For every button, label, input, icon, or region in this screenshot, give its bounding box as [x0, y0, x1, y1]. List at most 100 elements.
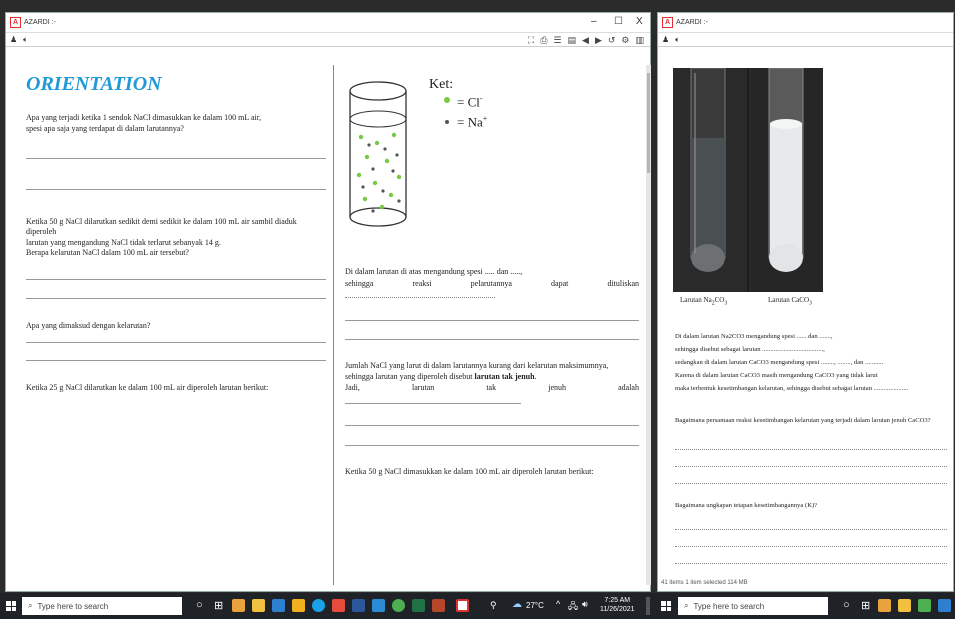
question-3: Apa yang dimaksud dengan kelarutan? — [26, 321, 151, 330]
start-button-icon[interactable] — [661, 601, 671, 611]
minimize-button[interactable]: – — [591, 16, 597, 27]
legend-sodium: = Na+ — [457, 114, 488, 130]
maximize-button[interactable]: ☐ — [614, 16, 623, 27]
explorer-status-bar: 41 items 1 item selected 114 MB — [661, 580, 748, 586]
page-divider — [333, 65, 334, 585]
answer-line — [26, 298, 326, 299]
system-tray-chevron-icon[interactable]: ^ — [556, 599, 560, 609]
paragraph-2-line-2: sehingga larutan yang diperoleh disebut … — [345, 372, 537, 381]
fullscreen-icon[interactable]: ⛶ — [528, 36, 534, 46]
azardi-window-secondary: A AZARDI :- ♟ 🔈︎ Larutan Na2CO3 Larutan … — [657, 12, 954, 592]
volume-icon[interactable]: 🔊︎ — [582, 599, 588, 610]
question-1-line-1: Apa yang terjadi ketika 1 sendok NaCl di… — [26, 113, 262, 122]
azardi-app-icon: A — [662, 17, 673, 28]
page-heading: ORIENTATION — [26, 73, 162, 95]
library-icon[interactable]: ▥ — [635, 36, 644, 46]
app-icon[interactable] — [938, 599, 951, 612]
text-line-3: sedangkan di dalam larutan CaCO3 mengand… — [675, 359, 884, 366]
text-line-5: maka terbentuk kesetimbangan kelarutan, … — [675, 385, 909, 392]
text-line-2: sehingga disebut sebagai larutan .......… — [675, 346, 825, 353]
scrollbar-thumb[interactable] — [647, 73, 650, 173]
answer-dotline — [675, 466, 947, 467]
paragraph-1-line-2: sehingga reaksi pelarutannya dapat dituliska… — [345, 279, 639, 288]
paragraph-1-line-1: Di dalam larutan di atas mengandung spes… — [345, 267, 523, 276]
app-icon[interactable] — [232, 599, 245, 612]
user-icon[interactable]: ♟ — [662, 35, 669, 44]
text-line-4: Karena di dalam larutan CaCO3 masih meng… — [675, 372, 878, 379]
answer-line — [345, 403, 521, 404]
app-icon[interactable] — [372, 599, 385, 612]
question-2-line-2: diperoleh — [26, 227, 57, 236]
answer-line — [345, 320, 639, 321]
paragraph-2-line-3: Jadi, larutan tak jenuh adalah — [345, 383, 639, 392]
weather-temp[interactable]: 27°C — [526, 601, 544, 610]
app-icon[interactable] — [878, 599, 891, 612]
task-view-icon[interactable]: ⊞ — [214, 599, 223, 612]
clock[interactable]: 7:25 AM 11/26/2021 — [600, 596, 635, 614]
window-title: AZARDI :- — [24, 19, 56, 26]
question-4: Ketika 25 g NaCl dilarutkan ke dalam 100… — [26, 383, 269, 392]
network-icon[interactable]: 🖧 — [568, 599, 578, 615]
next-page-icon[interactable]: ▶ — [595, 36, 602, 46]
weather-icon: ☁ — [512, 599, 522, 610]
title-bar: A AZARDI :- — [658, 13, 953, 33]
powerpoint-icon[interactable] — [432, 599, 445, 612]
speaker-icon[interactable]: 🔈︎ — [675, 35, 680, 45]
reader-toolbar: ♟ 🔈︎ — [658, 33, 953, 47]
chrome-icon[interactable] — [392, 599, 405, 612]
bookmark-icon[interactable]: ▤ — [568, 36, 577, 46]
excel-icon[interactable] — [412, 599, 425, 612]
answer-line — [26, 189, 326, 190]
legend-chloride: = Cl- — [457, 94, 483, 110]
answer-dotline — [675, 529, 947, 530]
question-equilibrium: Bagaimana persamaan reaksi kesetimbangan… — [675, 417, 931, 424]
app-icon[interactable] — [898, 599, 911, 612]
question-2-line-1: Ketika 50 g NaCl dilarutkan sedikit demi… — [26, 217, 297, 226]
refresh-icon[interactable]: ↺ — [608, 36, 616, 46]
app-icon[interactable] — [252, 599, 265, 612]
taskbar-search-input[interactable]: ⌕ Type here to search — [678, 597, 828, 615]
edge-icon[interactable] — [312, 599, 325, 612]
close-button[interactable]: X — [636, 16, 643, 27]
beaker-illustration — [349, 81, 407, 227]
paragraph-2-line-1: Jumlah NaCl yang larut di dalam larutann… — [345, 361, 609, 370]
azardi-window-main: A AZARDI :- – ☐ X ♟ 🔈︎ ⛶ ⎙ ☰ ▤ ◀ ▶ ↺ ⚙ ▥… — [5, 12, 651, 592]
task-view-icon[interactable]: ⊞ — [861, 599, 870, 612]
settings-icon[interactable]: ⚙ — [621, 36, 629, 46]
page-left: ORIENTATION Apa yang terjadi ketika 1 se… — [16, 65, 332, 585]
answer-dotline — [675, 449, 947, 450]
file-explorer-icon[interactable] — [292, 599, 305, 612]
user-icon[interactable]: ♟ — [10, 35, 17, 44]
word-icon[interactable] — [352, 599, 365, 612]
app-icon[interactable] — [272, 599, 285, 612]
azardi-app-icon: A — [10, 17, 21, 28]
paragraph-3: Ketika 50 g NaCl dimasukkan ke dalam 100… — [345, 467, 594, 476]
show-desktop-button[interactable] — [646, 597, 650, 615]
search-icon: ⌕ — [28, 601, 33, 610]
print-icon[interactable]: ⎙ — [540, 36, 547, 46]
title-bar: A AZARDI :- — [6, 13, 650, 33]
question-2-line-3: larutan yang mengandung NaCl tidak terla… — [26, 238, 221, 247]
prev-page-icon[interactable]: ◀ — [582, 36, 589, 46]
cortana-icon[interactable]: ○ — [843, 599, 850, 611]
answer-line — [26, 158, 326, 159]
cortana-icon[interactable]: ○ — [196, 599, 203, 611]
answer-dotline — [675, 563, 947, 564]
taskbar-search-input[interactable]: ⌕ Type here to search — [22, 597, 182, 615]
answer-dotline — [675, 546, 947, 547]
sodium-dot-icon — [445, 120, 449, 124]
test-tubes-photo — [673, 68, 823, 292]
caption-caco3: Larutan CaCO3 — [768, 296, 812, 307]
toc-icon[interactable]: ☰ — [553, 36, 561, 46]
answer-line — [26, 360, 326, 361]
window-title: AZARDI :- — [676, 19, 708, 26]
start-button-icon[interactable] — [6, 601, 16, 611]
app-icon[interactable] — [332, 599, 345, 612]
people-icon[interactable]: ⚲ — [490, 600, 497, 611]
app-icon[interactable] — [918, 599, 931, 612]
search-icon: ⌕ — [684, 601, 689, 610]
speaker-icon[interactable]: 🔈︎ — [23, 35, 28, 45]
answer-line — [26, 342, 326, 343]
answer-line — [345, 425, 639, 426]
azardi-taskbar-icon[interactable] — [456, 599, 469, 612]
